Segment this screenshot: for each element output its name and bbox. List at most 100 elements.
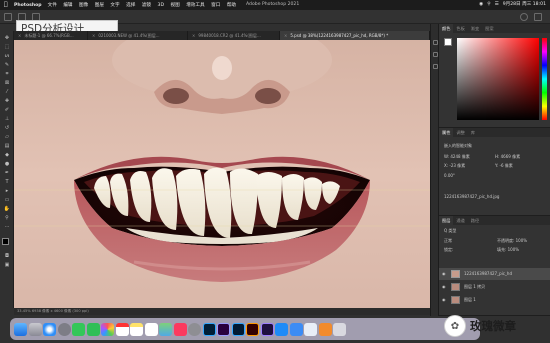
tab-patterns[interactable]: 图案 — [482, 24, 496, 33]
blur-tool-icon[interactable]: ◆ — [3, 152, 11, 159]
lightroom-icon[interactable] — [231, 322, 245, 336]
w-value[interactable]: 4248 像素 — [450, 154, 469, 159]
preview-icon[interactable] — [304, 322, 317, 336]
control-center-icon[interactable]: ☰ — [495, 0, 499, 10]
settings-icon[interactable] — [188, 322, 201, 336]
rectangle-tool-icon[interactable]: ▭ — [3, 197, 11, 204]
layer-row[interactable]: ◉ 图层 1 拷贝 — [439, 281, 550, 293]
opacity-value[interactable]: 100% — [516, 238, 527, 243]
eyedropper-tool-icon[interactable]: ⁄ — [3, 89, 11, 96]
dodge-tool-icon[interactable]: ● — [3, 161, 11, 168]
clock[interactable]: 9月28日 周三 18:01 — [503, 0, 546, 10]
type-tool-icon[interactable]: T — [3, 179, 11, 186]
menu-file[interactable]: 文件 — [48, 2, 57, 8]
tab-doc-2[interactable]: × 0210003.NEW @ 41.4%(图层... — [88, 31, 188, 40]
fg-color-chip[interactable] — [444, 38, 452, 46]
menu-view[interactable]: 视图 — [171, 2, 180, 8]
app-menu[interactable]: Photoshop — [14, 3, 42, 8]
lasso-tool-icon[interactable]: ᔕ — [3, 53, 11, 60]
color-picker-field[interactable] — [457, 38, 539, 120]
menu-type[interactable]: 文字 — [110, 2, 119, 8]
tab-doc-active[interactable]: × 5.psd @ 38%(1224163987427_pic_hd, RGB/8… — [280, 31, 430, 40]
tab-doc-1[interactable]: × 未标题-1 @ 66.7%(RGB... — [14, 31, 88, 40]
tab-color[interactable]: 颜色 — [439, 24, 454, 33]
visibility-eye-icon[interactable]: ◉ — [442, 294, 446, 306]
fill-control[interactable]: 填充: 100% — [497, 247, 519, 253]
menu-image[interactable]: 图像 — [79, 2, 88, 8]
apple-icon[interactable]:  — [4, 0, 10, 10]
hue-slider[interactable] — [542, 38, 547, 120]
menu-window[interactable]: 窗口 — [211, 2, 220, 8]
screen-mode-icon[interactable]: ▣ — [3, 262, 11, 269]
history-panel-icon[interactable] — [433, 40, 438, 45]
blend-mode-select[interactable]: 正常 — [444, 238, 452, 244]
tab-doc-3[interactable]: × 99840018.CR2 @ 41.4%(图层... — [188, 31, 280, 40]
paragraph-panel-icon[interactable] — [433, 64, 438, 69]
close-icon[interactable]: × — [92, 33, 95, 38]
opacity-control[interactable]: 不透明度: 100% — [497, 238, 527, 244]
marquee-tool-icon[interactable]: ⬚ — [3, 44, 11, 51]
tab-swatches[interactable]: 色板 — [453, 24, 467, 33]
fill-value[interactable]: 100% — [508, 247, 519, 252]
calendar-icon[interactable] — [115, 322, 129, 336]
pen-tool-icon[interactable]: ✒ — [3, 170, 11, 177]
tab-layers[interactable]: 图层 — [439, 216, 454, 225]
workspace-icon[interactable] — [534, 13, 542, 21]
tab-gradients[interactable]: 渐变 — [468, 24, 482, 33]
tab-paths[interactable]: 路径 — [468, 216, 482, 225]
reminders-icon[interactable] — [144, 322, 158, 336]
edit-toolbar-icon[interactable]: ··· — [3, 224, 11, 231]
layer-row[interactable]: ◉ 1224163987427_pic_hd — [439, 268, 550, 280]
visibility-eye-icon[interactable]: ◉ — [442, 281, 446, 293]
angle-value[interactable]: 0.00° — [444, 173, 455, 178]
tab-properties[interactable]: 属性 — [439, 128, 454, 137]
premiere-rush-icon[interactable] — [260, 322, 274, 336]
layer-row[interactable]: ◉ 图层 1 — [439, 294, 550, 306]
menu-layer[interactable]: 图层 — [95, 2, 104, 8]
photos-icon[interactable] — [101, 322, 114, 336]
x-value[interactable]: -23 像素 — [449, 163, 465, 168]
y-value[interactable]: -6 像素 — [500, 163, 513, 168]
close-icon[interactable]: × — [192, 33, 195, 38]
search-icon[interactable]: ⚲ — [487, 0, 490, 10]
crop-tool-icon[interactable]: ⌗ — [3, 71, 11, 78]
premiere-icon[interactable] — [217, 322, 230, 336]
home-icon[interactable] — [4, 13, 12, 21]
notes-icon[interactable] — [130, 322, 143, 336]
path-select-tool-icon[interactable]: ▸ — [3, 188, 11, 195]
facetime-icon[interactable] — [86, 322, 100, 336]
menu-filter[interactable]: 滤镜 — [142, 2, 151, 8]
mail-icon[interactable] — [289, 322, 303, 336]
history-brush-tool-icon[interactable]: ↺ — [3, 125, 11, 132]
healing-brush-tool-icon[interactable]: ✚ — [3, 98, 11, 105]
maps-icon[interactable] — [159, 322, 172, 336]
messages-icon[interactable] — [72, 322, 85, 336]
menu-help[interactable]: 帮助 — [227, 2, 236, 8]
foreground-background-color-swatch[interactable] — [2, 238, 12, 248]
eraser-tool-icon[interactable]: ▱ — [3, 134, 11, 141]
close-icon[interactable]: × — [18, 33, 21, 38]
search-icon[interactable] — [520, 13, 528, 21]
music-icon[interactable] — [173, 322, 187, 336]
h-value[interactable]: 4669 像素 — [501, 154, 520, 159]
photoshop-icon[interactable] — [202, 322, 216, 336]
brush-tool-icon[interactable]: ✐ — [3, 107, 11, 114]
launchpad-icon[interactable] — [28, 322, 42, 336]
illustrator-icon[interactable] — [246, 322, 259, 336]
document-canvas[interactable] — [14, 40, 430, 308]
visibility-eye-icon[interactable]: ◉ — [442, 268, 446, 280]
trash-icon[interactable] — [333, 322, 346, 336]
adjustments-panel-icon[interactable] — [433, 52, 438, 57]
layer-filter[interactable]: Q 类型 — [444, 228, 456, 234]
menu-plugins[interactable]: 增效工具 — [186, 2, 204, 8]
system-prefs-icon[interactable] — [57, 322, 71, 336]
move-tool-icon[interactable]: ✥ — [3, 35, 11, 42]
safari-icon[interactable] — [43, 322, 56, 336]
appstore-icon[interactable] — [275, 322, 288, 336]
zoom-tool-icon[interactable]: ⚲ — [3, 215, 11, 222]
close-icon[interactable]: × — [284, 33, 287, 38]
menu-3d[interactable]: 3D — [158, 3, 164, 8]
clone-stamp-tool-icon[interactable]: ⊥ — [3, 116, 11, 123]
pages-icon[interactable] — [318, 322, 332, 336]
tab-libraries[interactable]: 库 — [468, 128, 478, 137]
